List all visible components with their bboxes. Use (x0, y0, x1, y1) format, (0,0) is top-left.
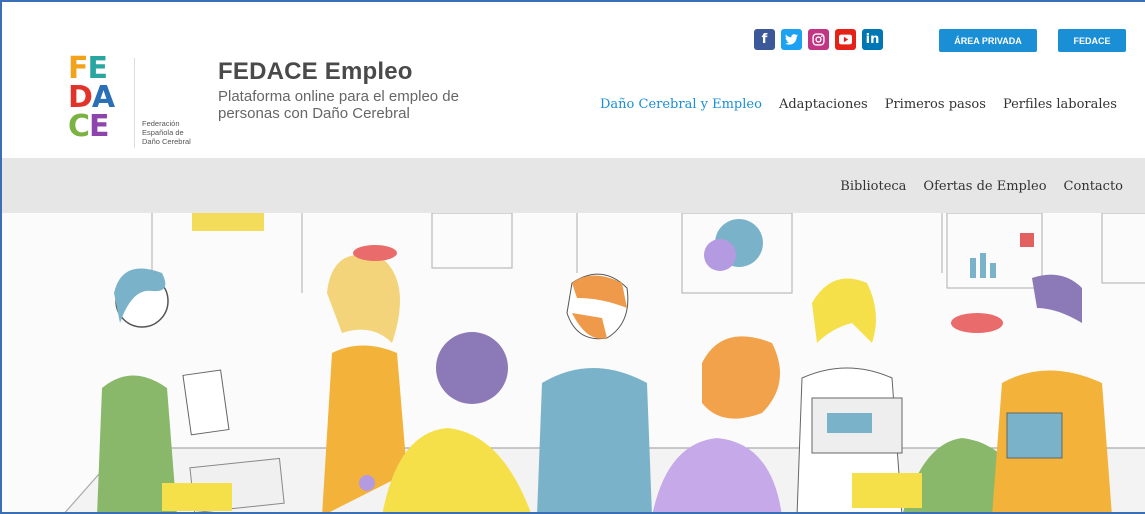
chart-red-square (1020, 233, 1034, 247)
linkedin-icon[interactable]: in (862, 29, 883, 50)
instagram-icon[interactable] (808, 29, 829, 50)
logo-letter-c: C (68, 109, 90, 144)
yellow-note (192, 213, 264, 231)
youtube-play-icon (839, 34, 852, 45)
logo-row-1: FE (68, 54, 114, 84)
sub-nav: Biblioteca Ofertas de Empleo Contacto (823, 179, 1123, 194)
twitter-icon[interactable] (781, 29, 802, 50)
logo-subtitle-line: Española de (142, 128, 184, 137)
chart-circle-purple (704, 239, 736, 271)
logo-subtitle-line: Federación (142, 119, 180, 128)
hero-illustration (2, 213, 1145, 512)
nav-item-perfiles-laborales[interactable]: Perfiles laborales (1003, 97, 1117, 112)
yellow-folder (852, 473, 922, 508)
instagram-camera-icon (812, 33, 825, 46)
nav-item-ofertas-empleo[interactable]: Ofertas de Empleo (923, 179, 1046, 194)
brand-title: FEDACE Empleo (218, 58, 413, 85)
fedace-button[interactable]: FEDACE (1058, 29, 1126, 52)
logo-row-3: CE (68, 109, 114, 144)
logo-letters: FE DA CE (68, 54, 115, 144)
logo-subtitle-line: Daño Cerebral (142, 137, 191, 146)
yellow-papers (162, 483, 232, 511)
twitter-bird-icon (785, 34, 798, 45)
logo-letter-e2: E (89, 109, 109, 144)
logo-subtitle: Federación Española de Daño Cerebral (142, 119, 191, 146)
logo-row-2: DA (68, 83, 115, 113)
social-links: f in (754, 29, 883, 50)
private-area-button[interactable]: ÁREA PRIVADA (939, 29, 1037, 52)
youtube-icon[interactable] (835, 29, 856, 50)
brand-subtitle: Plataforma online para el empleo de pers… (218, 88, 459, 122)
page-frame: FE DA CE Federación Española de Daño Cer… (0, 0, 1145, 514)
main-nav: Daño Cerebral y Empleo Adaptaciones Prim… (600, 97, 1117, 112)
nav-item-contacto[interactable]: Contacto (1064, 179, 1123, 194)
nav-item-adaptaciones[interactable]: Adaptaciones (779, 97, 868, 112)
logo-divider (134, 58, 135, 148)
brand-block: FEDACE Empleo Plataforma online para el … (218, 58, 478, 122)
facebook-icon[interactable]: f (754, 29, 775, 50)
fedace-logo[interactable]: FE DA CE Federación Española de Daño Cer… (68, 54, 208, 154)
nav-item-primeros-pasos[interactable]: Primeros pasos (885, 97, 986, 112)
nav-item-dano-cerebral-empleo[interactable]: Daño Cerebral y Empleo (600, 97, 762, 112)
nav-item-biblioteca[interactable]: Biblioteca (840, 179, 906, 194)
